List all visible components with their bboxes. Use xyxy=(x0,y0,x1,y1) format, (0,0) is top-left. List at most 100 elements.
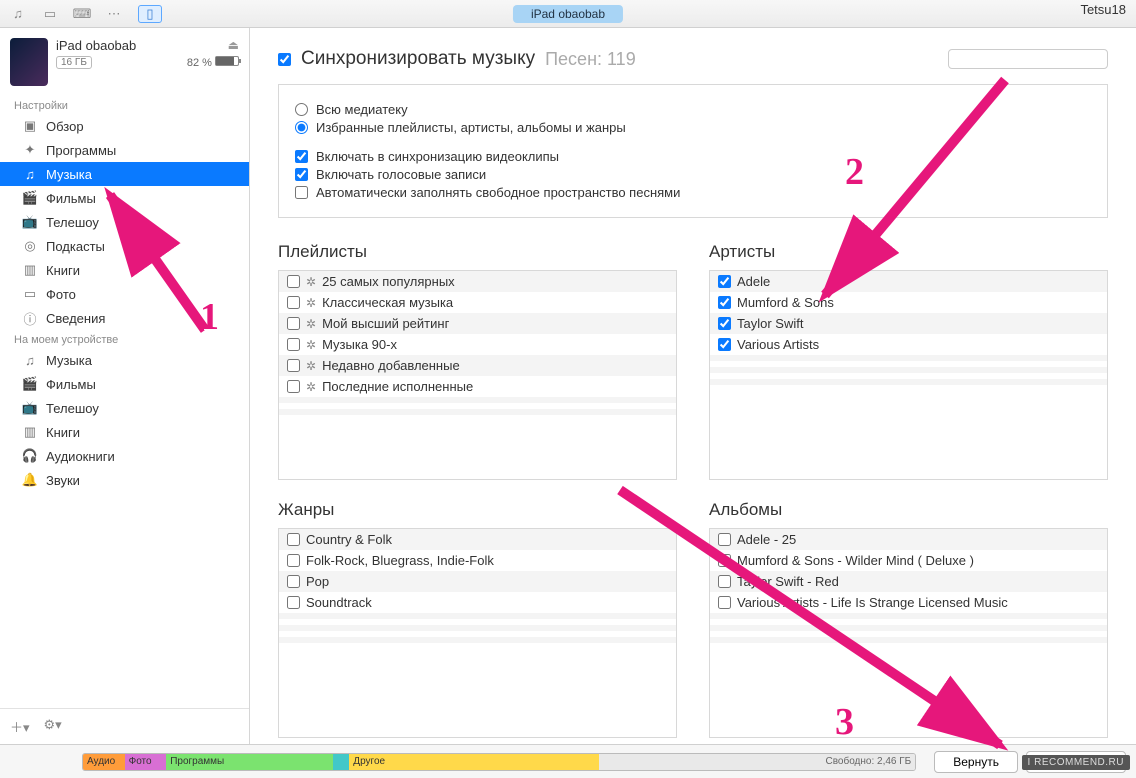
genres-panel: Жанры Country & FolkFolk-Rock, Bluegrass… xyxy=(278,500,677,738)
list-item[interactable] xyxy=(710,643,1107,649)
section-settings-label: Настройки xyxy=(0,96,249,114)
device-thumbnail-icon xyxy=(10,38,48,86)
storage-seg-free: Свободно: 2,46 ГБ xyxy=(599,754,915,770)
device-tab-icon[interactable]: ▯ xyxy=(138,5,162,23)
list-item[interactable]: Folk-Rock, Bluegrass, Indie-Folk xyxy=(279,550,676,571)
device-item-music[interactable]: ♫Музыка xyxy=(0,348,249,372)
item-checkbox[interactable] xyxy=(287,380,300,393)
check-autofill[interactable]: Автоматически заполнять свободное простр… xyxy=(295,185,1091,200)
item-label: Adele xyxy=(737,274,770,289)
item-label: Mumford & Sons xyxy=(737,295,834,310)
settings-gear-icon[interactable]: ⚙▾ xyxy=(44,717,62,736)
list-item[interactable]: ✲Недавно добавленные xyxy=(279,355,676,376)
device-item-tv[interactable]: 📺Телешоу xyxy=(0,396,249,420)
sidebar-item-apps[interactable]: ✦Программы xyxy=(0,138,249,162)
item-checkbox[interactable] xyxy=(718,338,731,351)
tv-library-icon[interactable]: ⌨ xyxy=(74,6,90,22)
list-item[interactable]: Mumford & Sons - Wilder Mind ( Deluxe ) xyxy=(710,550,1107,571)
genres-list[interactable]: Country & FolkFolk-Rock, Bluegrass, Indi… xyxy=(278,528,677,738)
list-item[interactable]: Taylor Swift - Red xyxy=(710,571,1107,592)
list-item[interactable]: ✲ Мой высший рейтинг xyxy=(279,313,676,334)
item-checkbox[interactable] xyxy=(287,317,300,330)
item-checkbox[interactable] xyxy=(287,596,300,609)
list-item[interactable]: ✲Последние исполненные xyxy=(279,376,676,397)
sidebar-item-books[interactable]: ▥Книги xyxy=(0,258,249,282)
sidebar-item-overview[interactable]: ▣Обзор xyxy=(0,114,249,138)
list-item[interactable]: ✲ 25 самых популярных xyxy=(279,271,676,292)
watermark: I RECOMMEND.RU xyxy=(1022,755,1130,770)
revert-button[interactable]: Вернуть xyxy=(934,751,1018,773)
list-item[interactable] xyxy=(279,415,676,421)
battery-icon xyxy=(215,56,239,66)
item-label: 25 самых популярных xyxy=(322,274,455,289)
movies-library-icon[interactable]: ▭ xyxy=(42,6,58,22)
item-checkbox[interactable] xyxy=(718,554,731,567)
artists-list[interactable]: Adele Mumford & Sons Taylor SwiftVarious A… xyxy=(709,270,1108,480)
list-item[interactable]: Mumford & Sons xyxy=(710,292,1107,313)
list-item[interactable]: ✲Классическая музыка xyxy=(279,292,676,313)
radio-selected-items[interactable]: Избранные плейлисты, артисты, альбомы и … xyxy=(295,120,1091,135)
add-playlist-icon[interactable]: ＋▾ xyxy=(10,717,30,736)
list-item[interactable]: Adele xyxy=(710,271,1107,292)
content-pane: Синхронизировать музыку Песен: 119 🔍 Всю… xyxy=(250,28,1136,744)
albums-list[interactable]: Adele - 25 Mumford & Sons - Wilder Mind (… xyxy=(709,528,1108,738)
sidebar-item-music[interactable]: ♫Музыка xyxy=(0,162,249,186)
item-checkbox[interactable] xyxy=(718,575,731,588)
device-item-audiobooks[interactable]: 🎧Аудиокниги xyxy=(0,444,249,468)
item-label: Мой высший рейтинг xyxy=(322,316,449,331)
apps-icon: ✦ xyxy=(22,142,38,158)
sidebar-item-movies[interactable]: 🎬Фильмы xyxy=(0,186,249,210)
list-item[interactable]: Taylor Swift xyxy=(710,313,1107,334)
device-capacity: 16 ГБ xyxy=(56,56,92,69)
check-include-videos[interactable]: Включать в синхронизацию видеоклипы xyxy=(295,149,1091,164)
list-item[interactable]: Pop xyxy=(279,571,676,592)
item-checkbox[interactable] xyxy=(287,296,300,309)
item-checkbox[interactable] xyxy=(718,275,731,288)
top-toolbar: ♫ ▭ ⌨ ⋯ ▯ iPad obaobab Tetsu18 xyxy=(0,0,1136,28)
search-input[interactable] xyxy=(948,49,1108,69)
item-checkbox[interactable] xyxy=(718,596,731,609)
item-checkbox[interactable] xyxy=(287,533,300,546)
eject-icon[interactable]: ⏏ xyxy=(228,38,239,52)
item-checkbox[interactable] xyxy=(718,296,731,309)
item-checkbox[interactable] xyxy=(287,338,300,351)
playlists-list[interactable]: ✲ 25 самых популярных ✲Классическая музыка… xyxy=(278,270,677,480)
music-icon: ♫ xyxy=(22,352,38,368)
smart-playlist-icon: ✲ xyxy=(306,317,316,331)
list-item[interactable]: ✲Музыка 90-х xyxy=(279,334,676,355)
item-label: Adele - 25 xyxy=(737,532,796,547)
radio-entire-library[interactable]: Всю медиатеку xyxy=(295,102,1091,117)
device-item-movies[interactable]: 🎬Фильмы xyxy=(0,372,249,396)
list-item[interactable]: Country & Folk xyxy=(279,529,676,550)
item-label: Various Artists - Life Is Strange Licens… xyxy=(737,595,1008,610)
list-item[interactable]: Soundtrack xyxy=(279,592,676,613)
item-checkbox[interactable] xyxy=(287,359,300,372)
more-icon[interactable]: ⋯ xyxy=(106,6,122,22)
smart-playlist-icon: ✲ xyxy=(306,275,316,289)
device-item-books[interactable]: ▥Книги xyxy=(0,420,249,444)
storage-seg-other: Другое xyxy=(349,754,599,770)
artists-panel: Артисты AdeleMumford & SonsTaylor SwiftV… xyxy=(709,242,1108,480)
sidebar-item-tv[interactable]: 📺Телешоу xyxy=(0,210,249,234)
books-icon: ▥ xyxy=(22,262,38,278)
list-item[interactable] xyxy=(279,643,676,649)
list-item[interactable]: Adele - 25 xyxy=(710,529,1107,550)
sidebar-item-podcasts[interactable]: ◎Подкасты xyxy=(0,234,249,258)
check-include-voice[interactable]: Включать голосовые записи xyxy=(295,167,1091,182)
audiobooks-icon: 🎧 xyxy=(22,448,38,464)
sync-music-checkbox[interactable] xyxy=(278,53,291,66)
movies-icon: 🎬 xyxy=(22,376,38,392)
device-item-tones[interactable]: 🔔Звуки xyxy=(0,468,249,492)
item-checkbox[interactable] xyxy=(287,275,300,288)
list-item[interactable]: Various Artists xyxy=(710,334,1107,355)
battery-percent: 82 % xyxy=(187,57,212,69)
music-library-icon[interactable]: ♫ xyxy=(10,6,26,22)
albums-title: Альбомы xyxy=(709,500,1108,520)
item-checkbox[interactable] xyxy=(287,554,300,567)
list-item[interactable]: Various Artists - Life Is Strange Licens… xyxy=(710,592,1107,613)
list-item[interactable] xyxy=(710,385,1107,391)
item-checkbox[interactable] xyxy=(718,533,731,546)
item-checkbox[interactable] xyxy=(718,317,731,330)
item-checkbox[interactable] xyxy=(287,575,300,588)
storage-seg-photo: Фото xyxy=(125,754,167,770)
